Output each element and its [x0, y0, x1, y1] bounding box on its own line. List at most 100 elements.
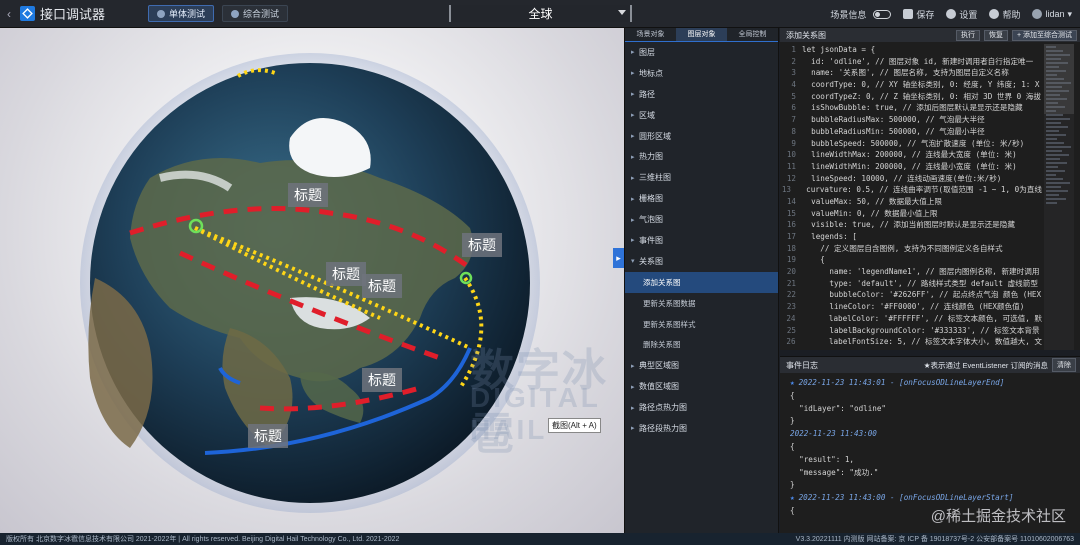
code-text: bubbleSpeed: 500000, // 气泡扩散速度 (单位: 米/秒) — [802, 138, 1025, 148]
tree-item[interactable]: ▸ 典型区域图 — [625, 355, 778, 376]
footer: 版权所有 北京数字冰雹信息技术有限公司 2021-2022年 | All rig… — [0, 533, 1080, 545]
code-text: }, — [802, 348, 829, 350]
code-line: 23 lineColor: '#FF0000', // 连线颜色 (HEX颜色值… — [780, 301, 1042, 313]
code-minimap[interactable] — [1044, 44, 1074, 350]
tree-item[interactable]: ▸ 热力图 — [625, 146, 778, 167]
event-text: "message": "成功." — [790, 467, 879, 477]
tree-item-relation[interactable]: ▾ 关系图 — [625, 251, 778, 272]
minimap-slider[interactable] — [1044, 44, 1074, 114]
tree-child-item[interactable]: 更新关系图样式 — [625, 314, 778, 335]
minimap-line — [1046, 130, 1059, 132]
code-text: type: 'default', // 路线样式类型 default 虚线箭型 — [802, 278, 1038, 288]
tree-item[interactable]: ▸ 圆形区域 — [625, 126, 778, 147]
minimap-line — [1046, 182, 1070, 184]
line-number: 12 — [786, 173, 796, 183]
event-timestamp: ★ 2022-11-23 11:43:00 - [onFocusODLineLay… — [790, 492, 1072, 505]
panel-collapse-handle[interactable]: ▸ — [613, 248, 624, 268]
tab-layer-objects[interactable]: 图层对象 — [676, 28, 727, 41]
code-area[interactable]: 1 let jsonData = {2 id: 'odline', // 图层对象… — [780, 44, 1042, 350]
tree-item[interactable]: ▸ 三维柱图 — [625, 167, 778, 188]
event-timestamp: ★ 2022-11-23 11:43:01 - [onFocusODLineLay… — [790, 377, 1072, 390]
line-number: 24 — [786, 313, 796, 323]
tree-item[interactable]: ▸ 路径段热力图 — [625, 418, 778, 439]
event-text: { — [790, 390, 795, 400]
tree-child-item[interactable]: 更新关系图数据 — [625, 293, 778, 314]
chevron-right-icon: ▸ — [631, 237, 635, 245]
tree-item[interactable]: ▸ 路径点热力图 — [625, 397, 778, 418]
line-number: 1 — [791, 45, 796, 54]
line-number: 25 — [786, 325, 796, 335]
back-arrow-icon[interactable]: ‹ — [0, 7, 18, 21]
tree-item[interactable]: ▸ 栅格图 — [625, 188, 778, 209]
minimap-line — [1046, 202, 1057, 204]
code-text: lineWidthMin: 200000, // 连线最小宽度 (单位: 米) — [802, 161, 1017, 171]
event-payload-line: } — [790, 479, 1072, 492]
minimap-line — [1046, 194, 1059, 196]
code-text: bubbleColor: '#2626FF', // 起点终点气泡 颜色 (HE… — [802, 290, 1042, 300]
event-text: } — [790, 416, 795, 426]
tree-item-label: 删除关系图 — [643, 340, 681, 350]
minimap-line — [1046, 166, 1058, 168]
editor-actions: 执行 恢复 + 添加至综合测试 — [952, 29, 1080, 41]
code-text: isShowBubble: true, // 添加后图层默认是显示还是隐藏 — [802, 103, 1023, 113]
tree-item[interactable]: ▸ 区域 — [625, 105, 778, 126]
help-label: 帮助 — [1002, 9, 1021, 20]
tree-child-item[interactable]: 添加关系图 — [625, 271, 778, 293]
app-title: 接口调试器 — [40, 7, 106, 22]
scene-info-label: 场景信息 — [830, 9, 867, 20]
line-number: 3 — [791, 68, 796, 78]
code-text: lineColor: '#FF0000', // 连线颜色 (HEX颜色值) — [802, 302, 1025, 312]
settings-button[interactable]: 设置 — [946, 8, 977, 21]
tree-item-label: 气泡图 — [639, 215, 663, 225]
tree-item[interactable]: ▸ 气泡图 — [625, 209, 778, 230]
tree-item-label: 路径段热力图 — [639, 423, 687, 433]
scope-value: 全球 — [528, 7, 553, 21]
scene-info-toggle[interactable]: 场景信息 — [830, 8, 892, 21]
tree-item[interactable]: ▸ 地标点 — [625, 63, 778, 84]
event-log-header: 事件日志 ★表示通过 EventListener 订阅的消息 清除 — [780, 357, 1080, 373]
toggle-switch-icon[interactable] — [873, 9, 892, 19]
chevron-down-icon: ▾ — [631, 258, 635, 266]
top-bar: ‹ 接口调试器 单体测试 综合测试 全球 场景信息 保存 设置 帮助 lidan… — [0, 0, 1080, 28]
save-label: 保存 — [916, 9, 935, 20]
line-number: 19 — [786, 255, 796, 265]
code-text: lineSpeed: 10000, // 连线动画速度(单位:米/秒) — [802, 173, 1002, 183]
tree-item-label: 区域 — [639, 110, 655, 120]
code-line: 25 labelBackgroundColor: '#333333', // 标… — [780, 325, 1042, 337]
run-button[interactable]: 执行 — [955, 29, 980, 41]
minimap-line — [1046, 118, 1070, 120]
combined-test-button[interactable]: 综合测试 — [222, 5, 289, 22]
minimap-line — [1046, 122, 1061, 124]
scope-dropdown[interactable]: 全球 — [449, 5, 632, 22]
reset-button[interactable]: 恢复 — [983, 29, 1008, 41]
single-test-button[interactable]: 单体测试 — [148, 5, 215, 22]
tab-global-control[interactable]: 全局控制 — [727, 28, 778, 41]
tree-item[interactable]: ▸ 事件图 — [625, 230, 778, 251]
line-number: 26 — [786, 337, 796, 347]
tab-scene-objects[interactable]: 场景对象 — [625, 28, 676, 41]
code-text: visible: true, // 添加当前图层时默认是显示还是隐藏 — [802, 220, 1015, 230]
tree-item[interactable]: ▸ 路径 — [625, 84, 778, 105]
screenshot-tooltip: 截图(Alt + A) — [548, 418, 601, 433]
code-line: 19 { — [780, 254, 1042, 266]
code-line: 26 labelFontSize: 5, // 标签文本字体大小, 数值越大, … — [780, 336, 1042, 348]
clear-log-button[interactable]: 清除 — [1052, 358, 1076, 372]
digital-hail-watermark-en: DIGITAL HAIL — [470, 382, 601, 445]
line-number: 5 — [791, 91, 796, 101]
chevron-right-icon: ▸ — [631, 91, 635, 99]
minimap-line — [1046, 146, 1071, 148]
line-number: 2 — [791, 56, 796, 66]
code-text: lineWidthMax: 200000, // 连线最大宽度 (单位: 米) — [802, 150, 1017, 160]
tree-item[interactable]: ▸ 图层 — [625, 42, 778, 63]
user-menu[interactable]: lidan ▾ — [1032, 9, 1072, 20]
code-line: 3 name: '关系图', // 图层名称, 支持为图层自定义名称 — [780, 67, 1042, 79]
help-button[interactable]: 帮助 — [989, 8, 1020, 21]
event-log-body[interactable]: ★ 2022-11-23 11:43:01 - [onFocusODLineLay… — [780, 373, 1080, 518]
user-caret-icon: ▾ — [1067, 8, 1072, 19]
code-line: 11 lineWidthMin: 200000, // 连线最小宽度 (单位: … — [780, 161, 1042, 173]
tree-child-item[interactable]: 删除关系图 — [625, 334, 778, 355]
globe-viewport[interactable]: 标题 标题 标题 标题 标题 标题 数字冰雹 DIGITAL HAIL 截图(A… — [0, 28, 624, 533]
tree-item[interactable]: ▸ 数值区域图 — [625, 376, 778, 397]
add-to-combined-button[interactable]: + 添加至综合测试 — [1011, 29, 1077, 41]
save-button[interactable]: 保存 — [903, 8, 934, 21]
